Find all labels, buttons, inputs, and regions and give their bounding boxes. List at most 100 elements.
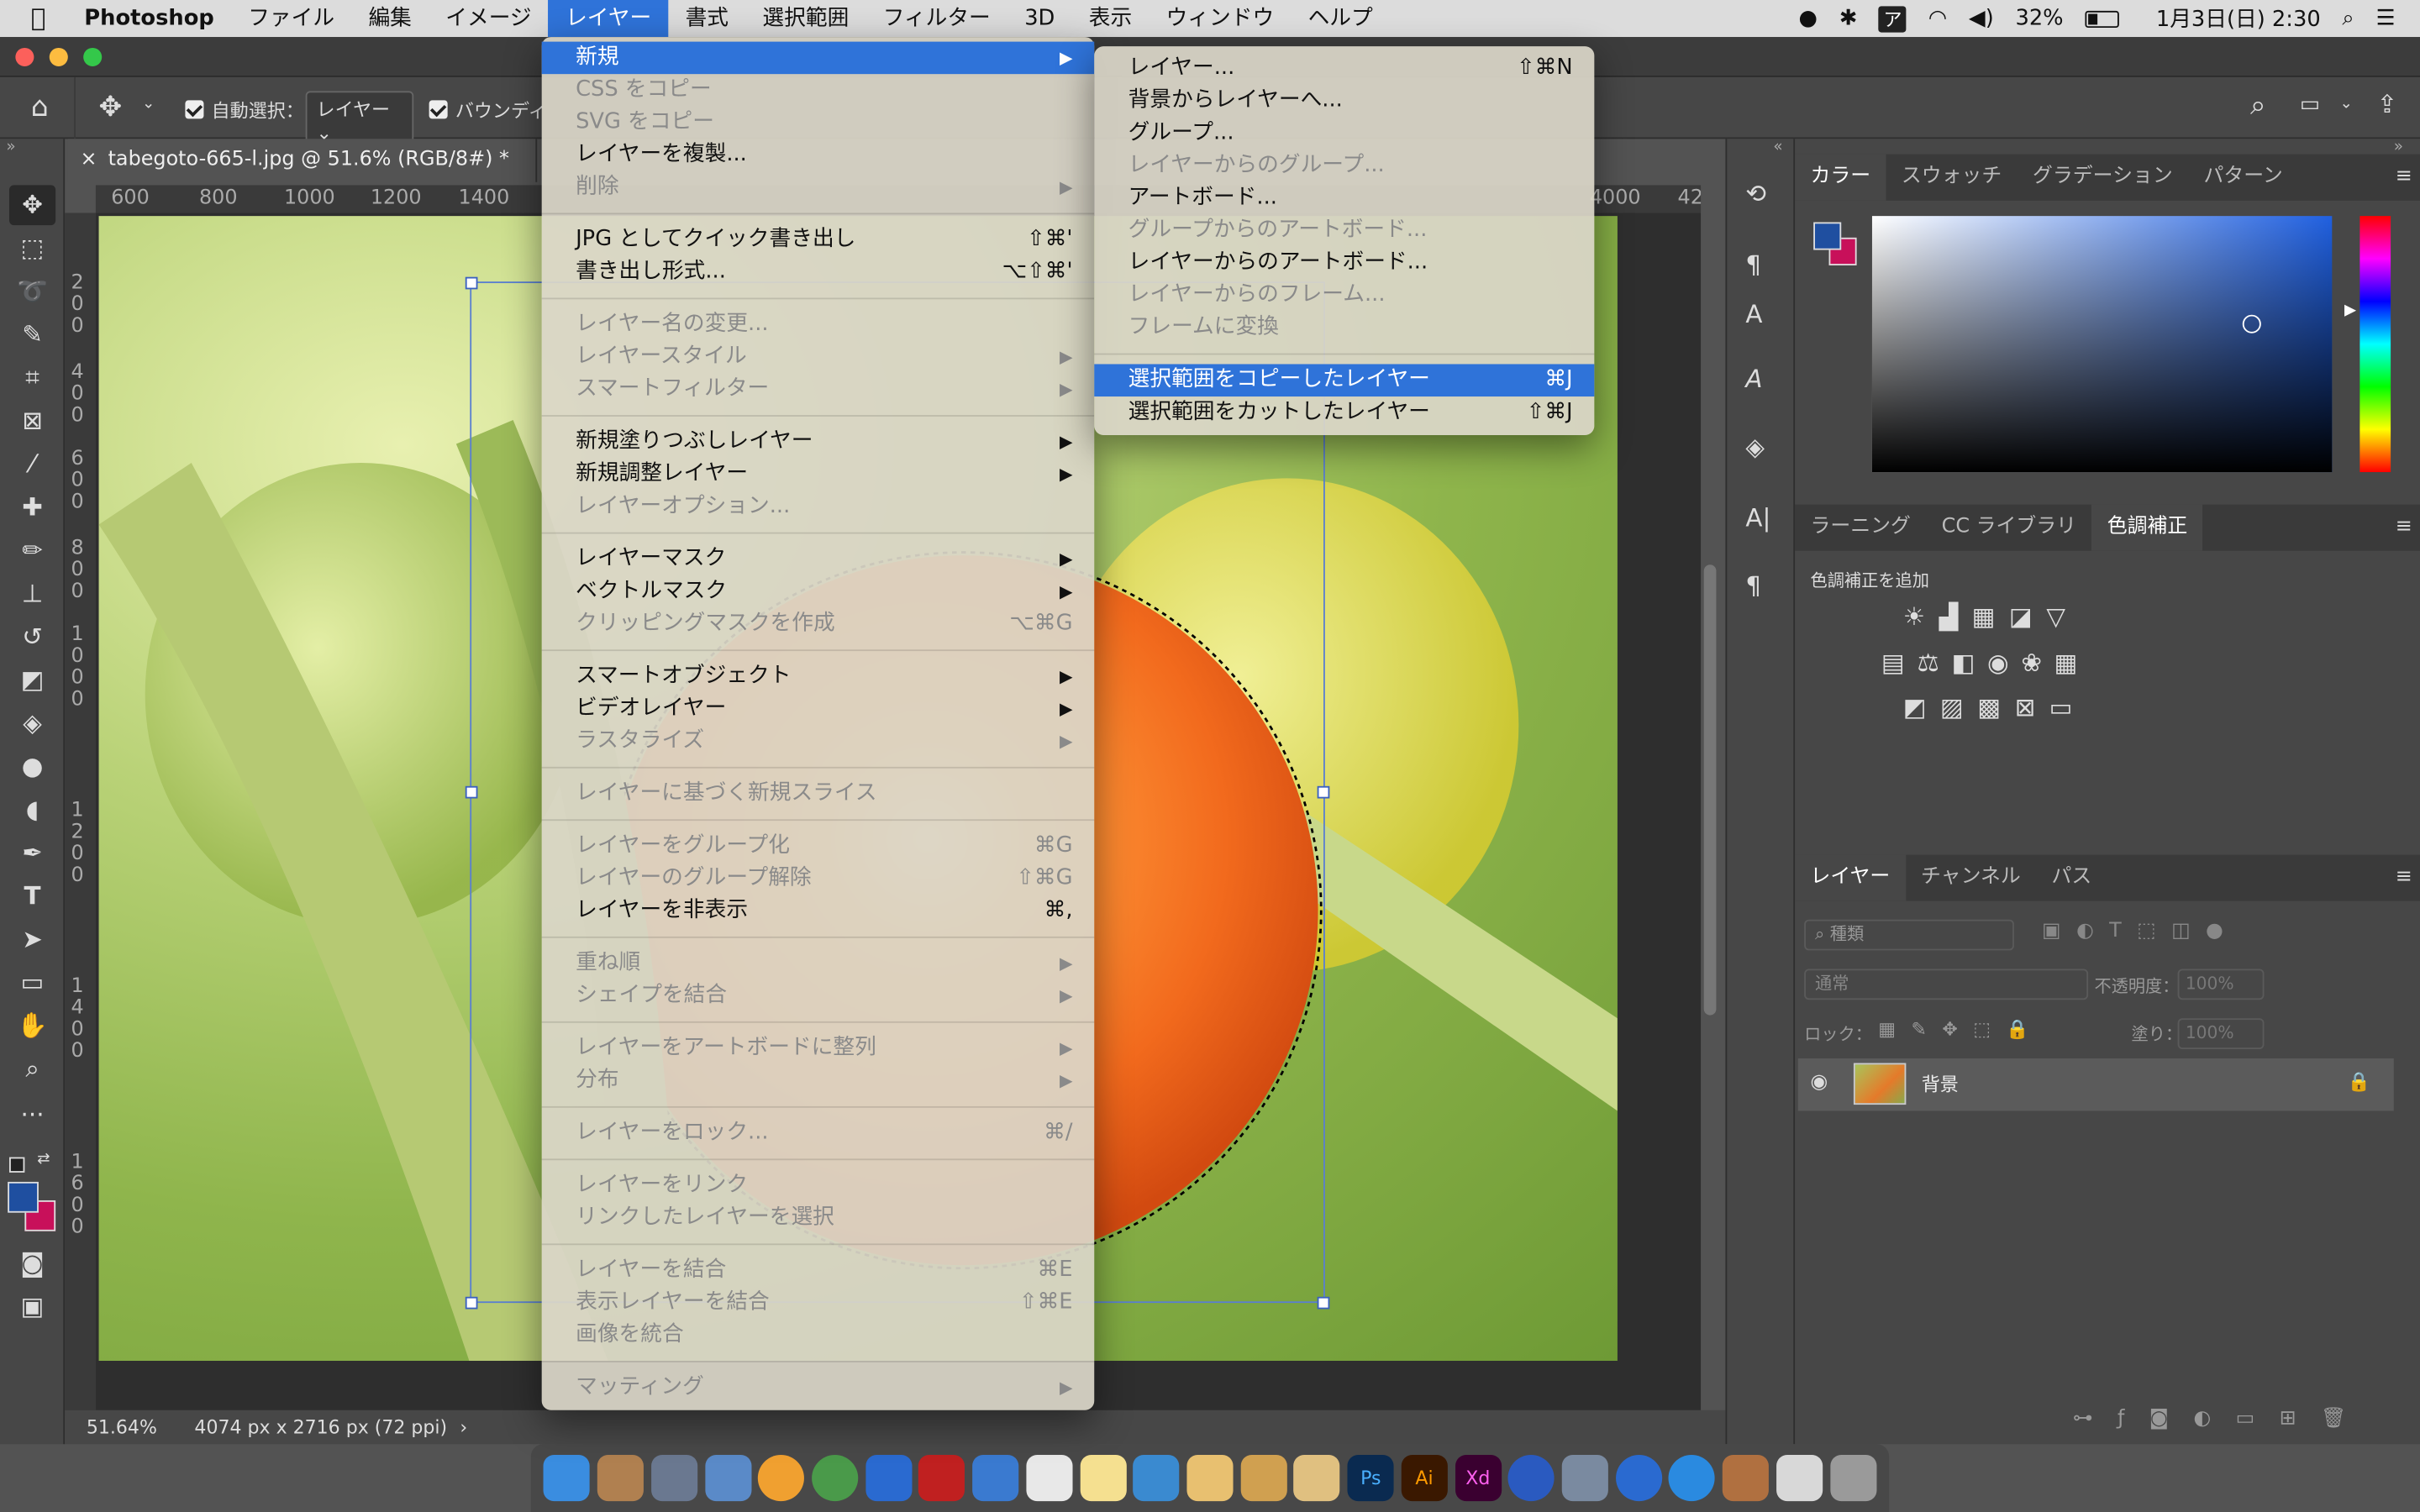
hue-slider[interactable] — [2360, 216, 2391, 473]
illustrator-icon[interactable]: Ai — [1401, 1455, 1448, 1502]
quick-select-tool-icon[interactable]: ✎ — [9, 315, 55, 355]
panel-menu-icon[interactable]: ≡ — [2396, 855, 2420, 901]
image-filter-icon[interactable]: ▣ — [2042, 920, 2076, 943]
wifi-icon[interactable]: ◠ — [1928, 6, 1947, 30]
black-white-icon[interactable]: ◧ — [1951, 648, 1986, 677]
photoshop-icon[interactable]: Ps — [1347, 1455, 1394, 1502]
zoom-tool-icon[interactable]: ⌕ — [9, 1049, 55, 1089]
opacity-field[interactable]: 100% — [2177, 969, 2265, 1000]
default-colors-icon[interactable] — [9, 1157, 25, 1173]
eraser-tool-icon[interactable]: ◩ — [9, 660, 55, 701]
color-field[interactable] — [1871, 216, 2333, 473]
menu-item[interactable]: レイヤーを非表示 ⌘, — [542, 895, 1095, 927]
search-icon[interactable]: ⌕ — [2250, 90, 2266, 123]
trash-icon[interactable] — [1829, 1455, 1876, 1502]
smart-object-filter-icon[interactable]: ◫ — [2171, 920, 2206, 943]
channel-mixer-icon[interactable]: ❀ — [2021, 648, 2054, 677]
marquee-tool-icon[interactable]: ⬚ — [9, 228, 55, 269]
color-balance-icon[interactable]: ⚖ — [1917, 648, 1951, 677]
chevron-down-icon[interactable]: ⌄ — [142, 96, 155, 113]
history-brush-tool-icon[interactable]: ↺ — [9, 617, 55, 658]
tab-learn[interactable]: ラーニング — [1795, 505, 1926, 551]
documents-folder-icon[interactable] — [1776, 1455, 1823, 1502]
foreground-color-swatch[interactable] — [1813, 222, 1842, 250]
bluetooth-icon[interactable]: ✱ — [1839, 6, 1858, 30]
screen-mode-icon[interactable]: ▣ — [9, 1287, 55, 1327]
chevron-right-icon[interactable]: › — [460, 1410, 467, 1444]
menu-filter[interactable]: フィルター — [865, 0, 1007, 37]
downloads-folder-icon[interactable] — [1723, 1455, 1770, 1502]
gradient-map-icon[interactable]: ▭ — [2049, 693, 2086, 722]
menu-item[interactable]: グループ... — [1094, 118, 1594, 150]
adjustment-layer-icon[interactable]: ◐ — [2193, 1407, 2235, 1431]
menu-item[interactable]: 選択範囲をカットしたレイヤー ⇧⌘J — [1094, 396, 1594, 429]
more-tools-icon[interactable]: ··· — [9, 1095, 55, 1136]
photos-icon[interactable] — [758, 1455, 805, 1502]
close-tab-icon[interactable]: × — [81, 139, 97, 181]
move-tool-icon[interactable]: ✥ — [9, 185, 56, 226]
tab-color[interactable]: カラー — [1795, 154, 1886, 201]
invert-icon[interactable]: ◩ — [1903, 693, 1940, 722]
menu-image[interactable]: イメージ — [429, 0, 549, 37]
character-style-icon[interactable]: A — [1745, 299, 1762, 328]
paint-bucket-tool-icon[interactable]: ◈ — [9, 704, 55, 744]
collapse-icon[interactable]: « — [1773, 139, 1782, 155]
lock-paint-icon[interactable]: ✎ — [1912, 1018, 1943, 1040]
zoom-level[interactable]: 51.64% — [87, 1410, 157, 1444]
collapse-icon[interactable]: » — [2394, 139, 2403, 155]
menu-item[interactable]: 新規塗りつぶしレイヤー ▶ — [542, 426, 1095, 459]
add-mask-icon[interactable]: ◙ — [2149, 1407, 2194, 1431]
keynote-icon[interactable] — [1133, 1455, 1180, 1502]
minimize-window-button[interactable] — [49, 47, 68, 66]
layer-name[interactable]: 背景 — [1922, 1071, 1959, 1097]
lock-all-icon[interactable]: 🔒 — [2006, 1018, 2044, 1040]
move-tool-icon[interactable]: ✥ — [99, 91, 123, 123]
type-filter-icon[interactable]: T — [2109, 920, 2137, 943]
autoselect-checkbox[interactable] — [185, 97, 204, 119]
lock-transparent-icon[interactable]: ▦ — [1878, 1018, 1911, 1040]
tab-gradients[interactable]: グラデーション — [2018, 155, 2188, 201]
curves-icon[interactable]: ▦ — [1972, 601, 2009, 631]
menu-item[interactable]: レイヤーを複製... — [542, 139, 1095, 171]
menu-item[interactable]: ビデオレイヤー ▶ — [542, 693, 1095, 726]
menu-app[interactable]: Photoshop — [67, 0, 231, 37]
threshold-icon[interactable]: ▩ — [1977, 693, 2014, 722]
new-group-icon[interactable]: ▭ — [2236, 1407, 2280, 1431]
network-icon[interactable] — [1615, 1455, 1662, 1502]
collapse-icon[interactable]: » — [6, 139, 15, 155]
trash-icon[interactable]: 🗑 — [2321, 1407, 2371, 1431]
menu-help[interactable]: ヘルプ — [1291, 0, 1390, 37]
menu-item[interactable]: レイヤー... ⇧⌘N — [1094, 52, 1594, 85]
stamp-tool-icon[interactable]: ⊥ — [9, 574, 55, 614]
rectangle-tool-icon[interactable]: ▭ — [9, 963, 55, 1003]
frame-tool-icon[interactable]: ⊠ — [9, 402, 55, 442]
contacts-icon[interactable] — [597, 1455, 644, 1502]
filter-toggle-icon[interactable]: ● — [2206, 920, 2238, 943]
menu-layer[interactable]: レイヤー — [548, 0, 669, 38]
hue-saturation-icon[interactable]: ▤ — [1881, 648, 1917, 677]
menu-window[interactable]: ウィンドウ — [1149, 0, 1291, 37]
menu-file[interactable]: ファイル — [231, 0, 351, 37]
menu-item[interactable]: ベクトルマスク ▶ — [542, 575, 1095, 608]
color-lookup-icon[interactable]: ▦ — [2054, 648, 2090, 677]
swap-colors-icon[interactable]: ⇄ — [37, 1151, 50, 1168]
vibrance-icon[interactable]: ▽ — [2046, 601, 2079, 631]
bounding-checkbox[interactable] — [429, 97, 448, 119]
menu-edit[interactable]: 編集 — [351, 0, 429, 37]
menu-type[interactable]: 書式 — [668, 0, 745, 37]
menu-3d[interactable]: 3D — [1007, 0, 1072, 37]
share-icon[interactable]: ⇪ — [2377, 90, 2398, 119]
blur-tool-icon[interactable]: ● — [9, 747, 55, 787]
zoom-window-button[interactable] — [83, 47, 103, 66]
xd-icon[interactable]: Xd — [1455, 1455, 1502, 1502]
menu-item[interactable]: レイヤーからのアートボード... — [1094, 247, 1594, 280]
document-tab[interactable]: × tabegoto-665-l.jpg @ 51.6% (RGB/8#) * — [67, 139, 538, 182]
history-panel-icon[interactable]: ⟲ — [1745, 179, 1766, 208]
tab-paths[interactable]: パス — [2036, 855, 2107, 901]
paragraph-panel-icon[interactable]: ¶ — [1745, 571, 1761, 601]
paragraph-style-icon[interactable]: ¶ — [1745, 250, 1761, 280]
panel-menu-icon[interactable]: ≡ — [2396, 155, 2420, 201]
notes-icon[interactable] — [1079, 1455, 1126, 1502]
link-layers-icon[interactable]: ⊶ — [2073, 1407, 2118, 1431]
menu-item[interactable]: 新規 ▶ — [541, 41, 1095, 75]
